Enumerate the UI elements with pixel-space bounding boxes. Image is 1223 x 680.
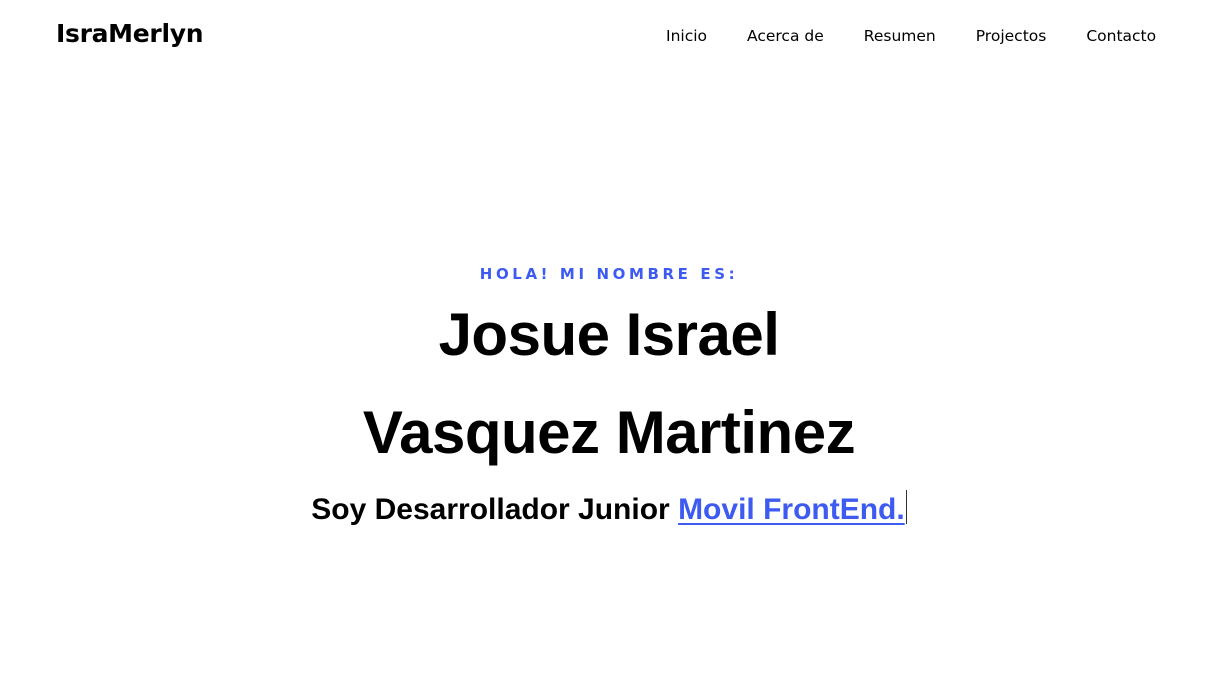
nav-link-projectos[interactable]: Projectos [956,26,1067,46]
tagline-typed-text[interactable]: Movil FrontEnd. [678,493,905,526]
hero-name-line-1: Josue Israel [438,301,780,368]
brand-logo-link[interactable]: IsraMerlyn [56,19,204,48]
nav-link-acerca-de[interactable]: Acerca de [727,26,844,46]
nav-link-inicio[interactable]: Inicio [646,26,727,46]
nav-link-resumen[interactable]: Resumen [844,26,956,46]
top-navbar: IsraMerlyn Inicio Acerca de Resumen Proj… [0,0,1223,74]
hero-greeting: HOLA! MI NOMBRE ES: [479,265,739,283]
page: IsraMerlyn Inicio Acerca de Resumen Proj… [0,0,1223,680]
typing-caret [905,490,907,524]
hero-tagline: Soy Desarrollador Junior Movil FrontEnd. [0,490,1218,527]
tagline-prefix: Soy Desarrollador Junior [311,493,670,526]
nav-link-contacto[interactable]: Contacto [1066,26,1176,46]
hero-name-line-2: Vasquez Martinez [362,399,856,466]
main-nav: Inicio Acerca de Resumen Projectos Conta… [646,26,1176,46]
